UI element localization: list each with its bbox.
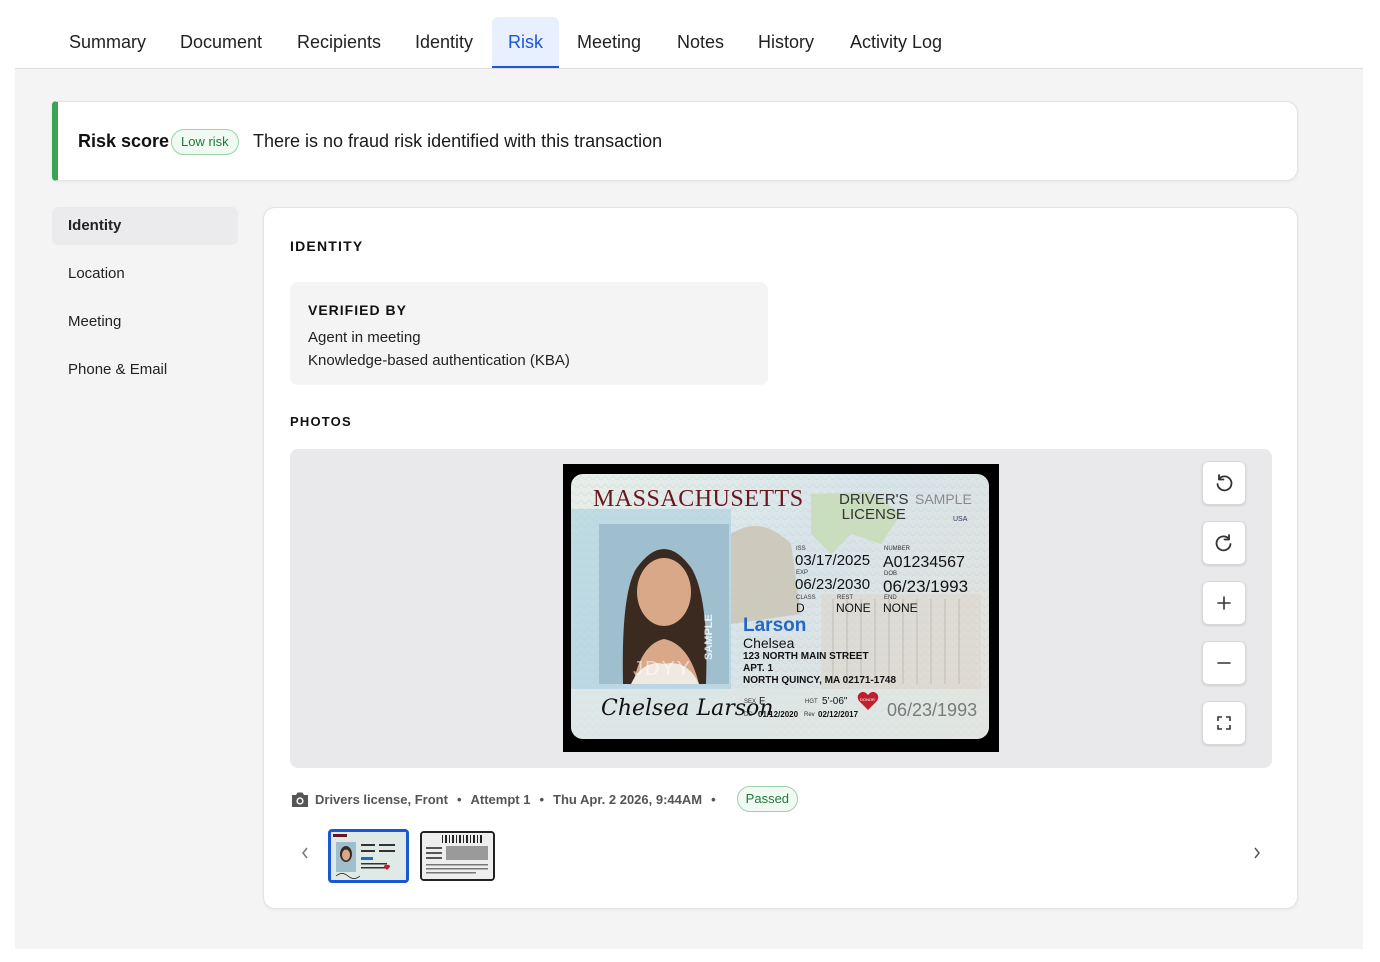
- license-number: A01234567: [883, 554, 965, 571]
- license-type: DRIVER'S LICENSE: [839, 492, 909, 522]
- caption-separator: •: [456, 791, 462, 807]
- license-hgt-label: HGT: [805, 699, 818, 705]
- license-class: D: [796, 601, 805, 615]
- identity-section-title: IDENTITY: [290, 238, 364, 254]
- identity-panel: IDENTITY VERIFIED BY Agent in meeting Kn…: [263, 207, 1298, 909]
- fullscreen-icon: [1217, 716, 1231, 730]
- tab-activity-log[interactable]: Activity Log: [834, 17, 958, 68]
- id-photo-frame: MASSACHUSETTS DRIVER'S LICENSE SAMPLE USA…: [563, 464, 999, 752]
- verified-by-title: VERIFIED BY: [308, 302, 407, 318]
- tab-identity[interactable]: Identity: [399, 17, 489, 68]
- photo-attempt: Attempt 1: [470, 791, 531, 807]
- license-end: NONE: [883, 601, 918, 615]
- verified-method: Agent in meeting: [308, 329, 421, 346]
- chevron-left-icon: [302, 847, 308, 859]
- tab-meeting[interactable]: Meeting: [561, 17, 657, 68]
- side-nav-phone-email[interactable]: Phone & Email: [52, 351, 238, 389]
- fullscreen-button[interactable]: [1202, 701, 1246, 745]
- zoom-out-button[interactable]: [1202, 641, 1246, 685]
- license-address-1: 123 NORTH MAIN STREET: [743, 651, 869, 662]
- license-last-name: Larson: [743, 615, 807, 636]
- thumbnail-license-back[interactable]: [420, 831, 495, 881]
- photos-section-title: PHOTOS: [290, 414, 352, 429]
- photo-viewer[interactable]: MASSACHUSETTS DRIVER'S LICENSE SAMPLE USA…: [290, 449, 1272, 768]
- side-nav-location[interactable]: Location: [52, 255, 238, 293]
- donor-label: DONOR: [860, 697, 875, 702]
- risk-score-title: Risk score: [78, 131, 170, 151]
- license-first-name: Chelsea: [743, 635, 795, 651]
- thumbnail-back-image: [422, 833, 493, 879]
- license-type-line2: LICENSE: [841, 506, 906, 523]
- license-rev: 02/12/2017: [818, 710, 859, 719]
- minus-icon: [1217, 662, 1231, 664]
- risk-score-banner: Risk score Low risk There is no fraud ri…: [52, 101, 1298, 181]
- license-address-2: APT. 1: [743, 663, 774, 674]
- license-signature: Chelsea Larson: [601, 696, 774, 721]
- license-number-label: NUMBER: [884, 546, 911, 552]
- risk-level-badge: Low risk: [171, 129, 239, 155]
- license-hgt: 5'-06": [822, 696, 848, 707]
- photo-status-badge: Passed: [736, 786, 799, 812]
- risk-side-nav: Identity Location Meeting Phone & Email: [52, 207, 238, 399]
- license-sample-vertical: SAMPLE: [703, 614, 715, 660]
- thumbnail-next-button[interactable]: [1252, 844, 1262, 865]
- drivers-license-image: MASSACHUSETTS DRIVER'S LICENSE SAMPLE USA…: [571, 474, 989, 739]
- plus-icon: [1217, 596, 1231, 610]
- side-nav-identity[interactable]: Identity: [52, 207, 238, 245]
- risk-message: There is no fraud risk identified with t…: [253, 131, 663, 151]
- donor-heart-icon: DONOR: [857, 691, 879, 711]
- rotate-left-icon: [1216, 474, 1233, 492]
- tab-bar: Summary Document Recipients Identity Ris…: [15, 0, 1363, 69]
- tab-document[interactable]: Document: [164, 17, 278, 68]
- zoom-in-button[interactable]: [1202, 581, 1246, 625]
- verified-method: Knowledge-based authentication (KBA): [308, 352, 570, 369]
- license-sample-label: SAMPLE: [915, 491, 972, 507]
- tab-summary[interactable]: Summary: [53, 17, 162, 68]
- photo-timestamp: Thu Apr. 2 2026, 9:44AM: [553, 791, 703, 807]
- main-content: Risk score Low risk There is no fraud ri…: [15, 69, 1363, 949]
- license-exp: 06/23/2030: [795, 576, 871, 593]
- tab-history[interactable]: History: [742, 17, 830, 68]
- rotate-left-button[interactable]: [1202, 461, 1246, 505]
- camera-icon: [292, 792, 308, 807]
- thumbnail-prev-button[interactable]: [300, 844, 310, 865]
- thumbnail-front-image: [331, 832, 406, 880]
- rotate-right-icon: [1215, 534, 1232, 552]
- license-rest: NONE: [836, 601, 871, 615]
- license-dob: 06/23/1993: [883, 577, 969, 596]
- caption-separator: •: [711, 791, 716, 807]
- license-dob-ghost: 06/23/1993: [887, 700, 978, 720]
- verified-by-box: VERIFIED BY Agent in meeting Knowledge-b…: [290, 282, 768, 385]
- tab-notes[interactable]: Notes: [661, 17, 740, 68]
- license-country: USA: [953, 516, 968, 523]
- license-iss: 03/17/2025: [795, 552, 871, 569]
- license-address-3: NORTH QUINCY, MA 02171-1748: [743, 675, 897, 686]
- chevron-right-icon: [1254, 847, 1260, 859]
- thumbnail-license-front[interactable]: [328, 829, 409, 883]
- tab-risk[interactable]: Risk: [492, 17, 559, 68]
- license-state: MASSACHUSETTS: [593, 486, 804, 512]
- rotate-right-button[interactable]: [1202, 521, 1246, 565]
- license-rev-label: Rev: [804, 712, 815, 718]
- photo-caption: Drivers license, Front • Attempt 1 • Thu…: [290, 785, 799, 813]
- side-nav-meeting[interactable]: Meeting: [52, 303, 238, 341]
- license-ghost-text: JDYY: [633, 658, 693, 680]
- photo-document-type: Drivers license, Front: [315, 791, 448, 807]
- caption-separator: •: [539, 791, 545, 807]
- tab-recipients[interactable]: Recipients: [281, 17, 397, 68]
